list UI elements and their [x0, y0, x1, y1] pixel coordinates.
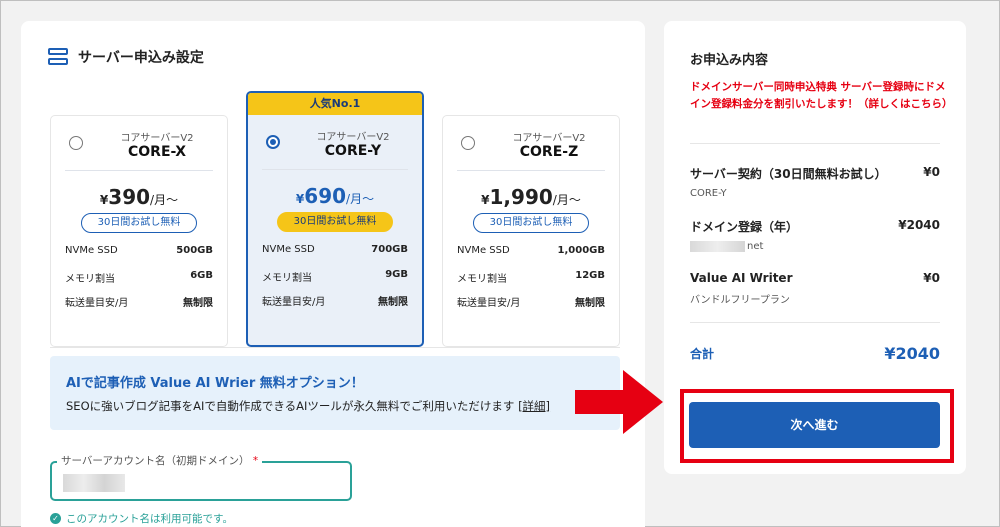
- plan-price: ¥690/月〜: [295, 184, 375, 208]
- ai-option-desc: SEOに強いブログ記事をAIで自動作成できるAIツールが永久無料でご利用いただけ…: [66, 399, 551, 413]
- plan-radio-core-z[interactable]: [461, 136, 475, 150]
- check-circle-icon: ✓: [50, 513, 61, 524]
- server-icon: [48, 48, 68, 66]
- plan-sub: コアサーバーV2: [316, 132, 390, 143]
- plan-name: CORE-Y: [324, 143, 382, 159]
- availability-message: ✓ このアカウント名は利用可能です。: [50, 511, 233, 526]
- plan-radio-core-x[interactable]: [69, 136, 83, 150]
- redacted-value: [63, 474, 125, 492]
- plan-price: ¥390/月〜: [99, 185, 179, 209]
- red-arrow-icon: [575, 370, 663, 434]
- next-button[interactable]: 次へ進む: [689, 402, 940, 448]
- divider: [50, 347, 620, 348]
- plan-card-core-y[interactable]: 人気No.1 コアサーバーV2 CORE-Y ¥690/月〜 30日間お試し無料…: [246, 91, 424, 347]
- spec-row: メモリ割当 9GB: [262, 268, 408, 284]
- trial-badge: 30日間お試し無料: [81, 213, 197, 233]
- plan-radio-core-y[interactable]: [266, 135, 280, 149]
- section-header: サーバー申込み設定: [48, 47, 204, 67]
- plan-sub: コアサーバーV2: [120, 133, 194, 144]
- summary-title: お申込み内容: [690, 53, 769, 68]
- spec-row: NVMe SSD 1,000GB: [457, 245, 605, 256]
- spec-row: 転送量目安/月 無制限: [457, 298, 605, 309]
- section-title: サーバー申込み設定: [78, 50, 204, 66]
- spec-row: メモリ割当 6GB: [65, 269, 213, 285]
- plan-price: ¥1,990/月〜: [481, 185, 581, 209]
- line-item-domain: ドメイン登録（年） ¥2040 net: [690, 218, 940, 252]
- plan-card-core-x[interactable]: コアサーバーV2 CORE-X ¥390/月〜 30日間お試し無料 NVMe S…: [50, 115, 228, 347]
- account-name-label: サーバーアカウント名（初期ドメイン） *: [57, 453, 263, 468]
- plan-sub: コアサーバーV2: [512, 133, 586, 144]
- ai-option-title: AIで記事作成 Value AI Wrier 無料オプション！: [66, 376, 364, 391]
- popular-badge: 人気No.1: [248, 93, 422, 115]
- spec-row: NVMe SSD 700GB: [262, 244, 408, 255]
- plan-name: CORE-X: [128, 144, 186, 160]
- divider: [690, 143, 940, 144]
- line-item-ai-writer: Value AI Writer ¥0 バンドルフリープラン: [690, 271, 940, 306]
- spec-row: 転送量目安/月 無制限: [262, 297, 408, 308]
- line-item-server: サーバー契約（30日間無料お試し） ¥0 CORE-Y: [690, 165, 940, 199]
- plan-card-core-z[interactable]: コアサーバーV2 CORE-Z ¥1,990/月〜 30日間お試し無料 NVMe…: [442, 115, 620, 347]
- promo-link[interactable]: ドメインサーバー同時申込特典 サーバー登録時にドメイン登録料金分を割引いたします…: [690, 79, 953, 113]
- redacted-domain: [690, 241, 745, 252]
- total-amount: ¥2040: [884, 344, 940, 363]
- trial-badge: 30日間お試し無料: [277, 212, 393, 232]
- spec-row: 転送量目安/月 無制限: [65, 298, 213, 309]
- server-settings-panel: サーバー申込み設定 コアサーバーV2 CORE-X ¥390/月〜 30日間お試…: [21, 21, 645, 527]
- total-row: 合計 ¥2040: [690, 344, 940, 363]
- details-link[interactable]: [詳細]: [518, 399, 550, 413]
- plan-name: CORE-Z: [519, 144, 579, 160]
- divider: [690, 322, 940, 323]
- spec-row: NVMe SSD 500GB: [65, 245, 213, 256]
- ai-option-banner: AIで記事作成 Value AI Wrier 無料オプション！ SEOに強いブロ…: [50, 356, 620, 430]
- trial-badge: 30日間お試し無料: [473, 213, 589, 233]
- spec-row: メモリ割当 12GB: [457, 269, 605, 285]
